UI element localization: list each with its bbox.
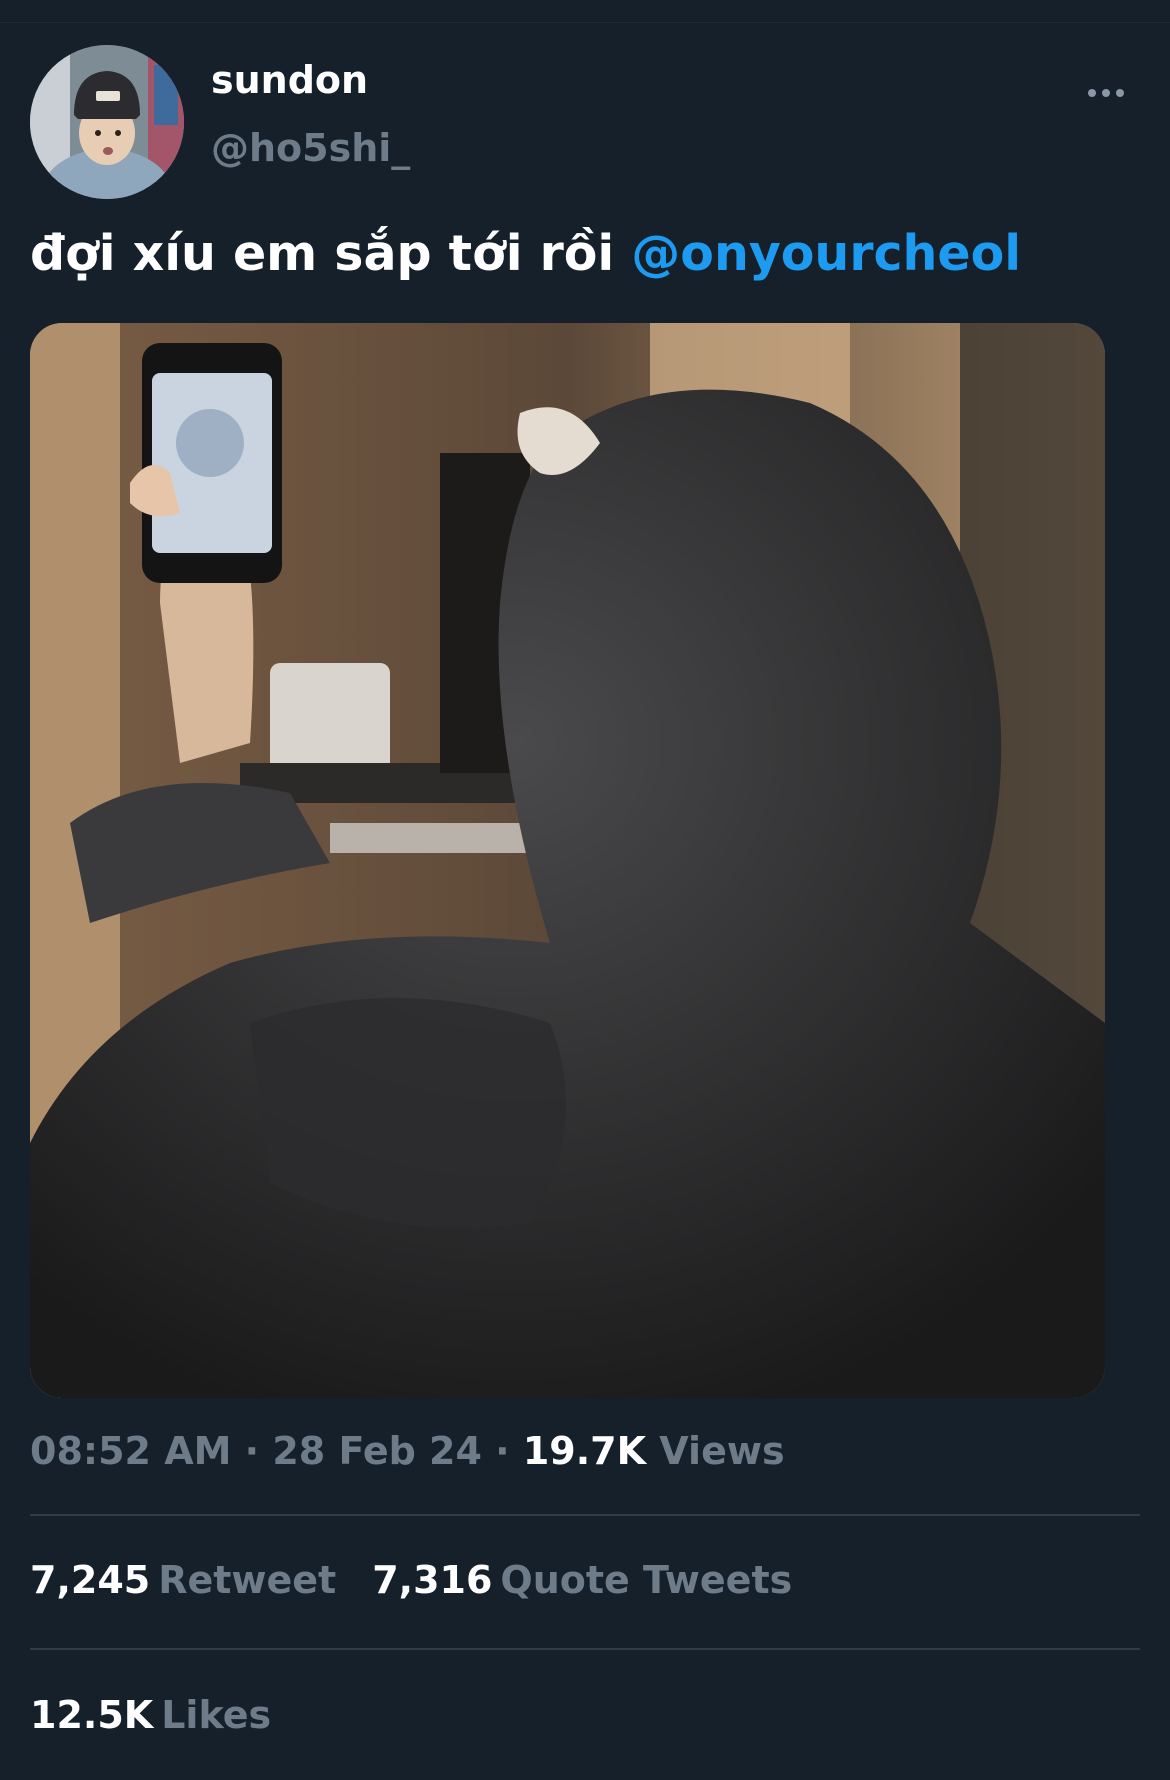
- tweet-meta: 08:52 AM · 28 Feb 24 · 19.7K Views: [30, 1426, 785, 1476]
- tweet-date: 28 Feb 24: [272, 1429, 482, 1473]
- tweet-text: đợi xíu em sắp tới rồi @onyourcheol: [30, 222, 1140, 286]
- tweet-photo: [30, 323, 1105, 1398]
- tweet-media[interactable]: [30, 323, 1105, 1398]
- mention-link[interactable]: @onyourcheol: [631, 225, 1021, 282]
- avatar-photo: [30, 45, 184, 199]
- quote-tweets-stat[interactable]: 7,316 Quote Tweets: [372, 1555, 792, 1605]
- divider: [30, 1648, 1140, 1650]
- likes-stat[interactable]: 12.5K Likes: [30, 1690, 271, 1740]
- retweets-count: 7,245: [30, 1558, 151, 1602]
- likes-count: 12.5K: [30, 1693, 154, 1737]
- retweets-stat[interactable]: 7,245 Retweet: [30, 1555, 336, 1605]
- top-divider: [0, 22, 1170, 23]
- divider: [30, 1514, 1140, 1516]
- engagement-row: 7,245 Retweet 7,316 Quote Tweets: [30, 1555, 828, 1605]
- more-horizontal-icon: [1088, 89, 1096, 97]
- more-options-button[interactable]: [1078, 78, 1134, 108]
- more-horizontal-icon-dot: [1102, 89, 1110, 97]
- views-label: Views: [659, 1429, 785, 1473]
- avatar[interactable]: [30, 45, 184, 199]
- quote-tweets-count: 7,316: [372, 1558, 493, 1602]
- author-handle[interactable]: @ho5shi_: [211, 124, 410, 172]
- meta-separator: ·: [231, 1429, 273, 1473]
- tweet-detail-page: sundon @ho5shi_ đợi xíu em sắp tới rồi @…: [0, 0, 1170, 1780]
- likes-label: Likes: [161, 1693, 272, 1737]
- quote-tweets-label: Quote Tweets: [500, 1558, 793, 1602]
- author-display-name[interactable]: sundon: [211, 56, 368, 104]
- retweets-label: Retweet: [158, 1558, 337, 1602]
- tweet-time: 08:52 AM: [30, 1429, 232, 1473]
- likes-row: 12.5K Likes: [30, 1690, 307, 1740]
- tweet-body: đợi xíu em sắp tới rồi: [30, 225, 632, 282]
- views-count: 19.7K: [522, 1429, 647, 1473]
- meta-separator: ·: [481, 1429, 523, 1473]
- more-horizontal-icon-dot: [1116, 89, 1124, 97]
